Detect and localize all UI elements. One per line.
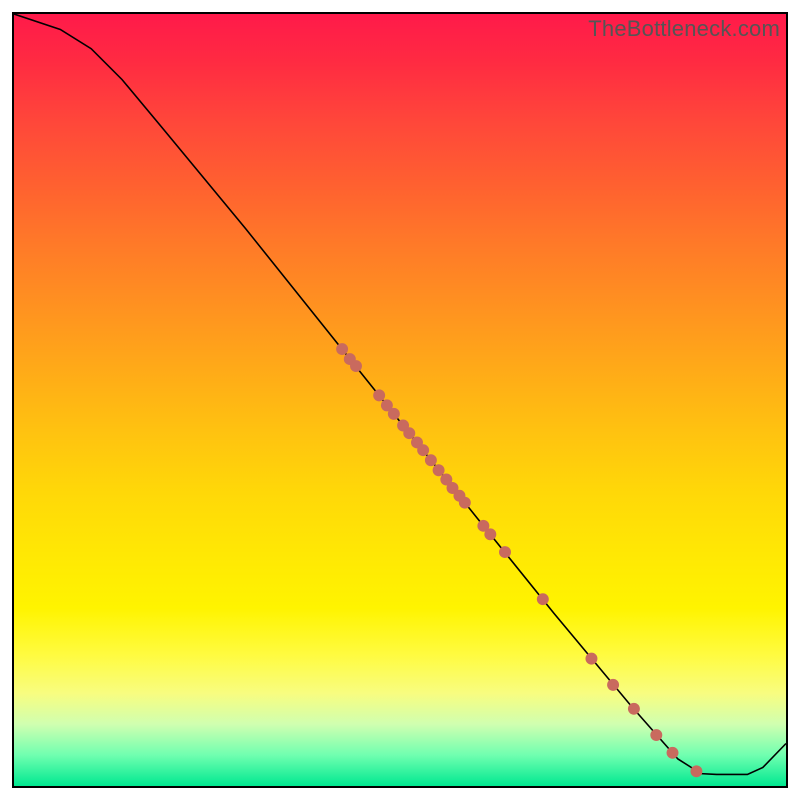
- bottleneck-curve: [14, 14, 786, 774]
- data-point: [667, 747, 679, 759]
- data-point: [336, 343, 348, 355]
- plot-area: TheBottleneck.com: [12, 12, 788, 788]
- data-point: [350, 360, 362, 372]
- data-point: [425, 454, 437, 466]
- data-point: [499, 546, 511, 558]
- data-point: [628, 703, 640, 715]
- data-point: [417, 444, 429, 456]
- data-point: [585, 653, 597, 665]
- data-point: [433, 464, 445, 476]
- data-point: [690, 765, 702, 777]
- data-point: [403, 427, 415, 439]
- data-point: [484, 528, 496, 540]
- data-point: [607, 679, 619, 691]
- data-point: [537, 593, 549, 605]
- chart-container: TheBottleneck.com: [0, 0, 800, 800]
- chart-svg: [14, 14, 786, 786]
- data-point: [373, 389, 385, 401]
- data-point: [459, 497, 471, 509]
- data-point: [388, 408, 400, 420]
- data-points-group: [336, 343, 702, 777]
- data-point: [650, 729, 662, 741]
